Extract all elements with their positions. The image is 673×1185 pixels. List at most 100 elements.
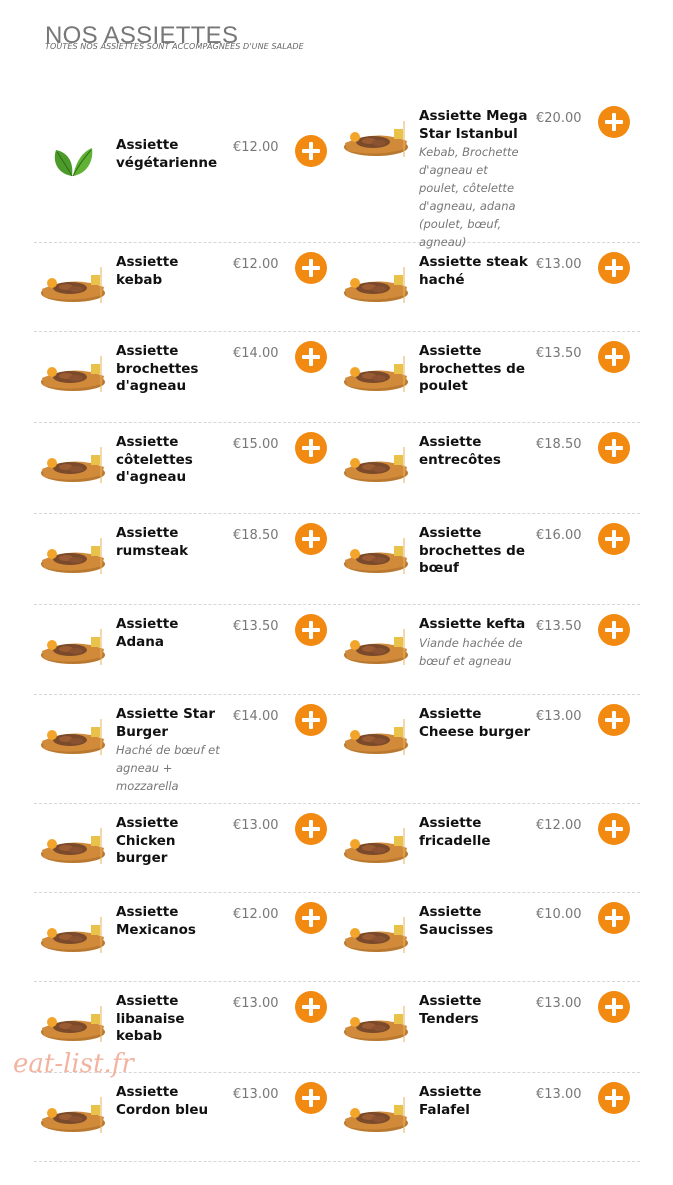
- item-title: Assiette côtelettes d'agneau: [116, 434, 193, 485]
- item-name: Assiette kefta Viande hachée de bœuf et a…: [419, 616, 531, 670]
- plate-photo: [40, 998, 106, 1042]
- add-to-cart-button[interactable]: [598, 704, 630, 736]
- item-price: €13.00: [536, 996, 582, 1011]
- menu-item: Assiette Saucisses €10.00: [337, 893, 640, 981]
- menu-item: Assiette kefta Viande hachée de bœuf et a…: [337, 605, 640, 694]
- add-to-cart-button[interactable]: [295, 991, 327, 1023]
- menu-item: Assiette Cheese burger €13.00: [337, 695, 640, 803]
- item-name: Assiette brochettes de bœuf: [419, 525, 531, 578]
- item-title: Assiette brochettes de poulet: [419, 343, 525, 394]
- menu-grid: Assiette végétarienne €12.00 Assiette Mega…: [34, 97, 640, 1162]
- menu-item: Assiette Star Burger Haché de bœuf et agn…: [34, 695, 337, 803]
- add-to-cart-button[interactable]: [598, 252, 630, 284]
- add-to-cart-button[interactable]: [295, 432, 327, 464]
- plate-photo: [343, 909, 409, 953]
- plate-photo: [343, 113, 409, 157]
- item-title: Assiette Saucisses: [419, 904, 494, 938]
- add-to-cart-button[interactable]: [598, 523, 630, 555]
- item-price: €13.50: [536, 619, 582, 634]
- item-name: Assiette Saucisses: [419, 904, 531, 939]
- item-title: Assiette Cordon bleu: [116, 1084, 209, 1118]
- item-name: Assiette Cheese burger: [419, 706, 531, 741]
- item-title: Assiette kefta: [419, 616, 526, 632]
- item-title: Assiette Star Burger: [116, 706, 216, 740]
- add-to-cart-button[interactable]: [598, 432, 630, 464]
- item-name: Assiette Chicken burger: [116, 815, 228, 868]
- item-price: €16.00: [536, 528, 582, 543]
- add-to-cart-button[interactable]: [295, 1082, 327, 1114]
- plate-photo: [40, 621, 106, 665]
- add-to-cart-button[interactable]: [295, 135, 327, 167]
- item-title: Assiette fricadelle: [419, 815, 491, 849]
- item-price: €15.00: [233, 437, 279, 452]
- item-price: €14.00: [233, 346, 279, 361]
- add-to-cart-button[interactable]: [598, 991, 630, 1023]
- plate-photo: [343, 348, 409, 392]
- menu-item: Assiette Mega Star Istanbul Kebab, Broche…: [337, 97, 640, 249]
- menu-item: Assiette Adana €13.50: [34, 605, 337, 694]
- menu-row: Assiette Mexicanos €12.00 Assiette Sauciss…: [34, 893, 640, 982]
- add-to-cart-button[interactable]: [295, 252, 327, 284]
- vegetarian-leaf-icon: [50, 140, 116, 184]
- menu-row: Assiette brochettes d'agneau €14.00 Assiet…: [34, 332, 640, 423]
- item-title: Assiette Cheese burger: [419, 706, 531, 740]
- item-title: Assiette Mega Star Istanbul: [419, 108, 528, 142]
- add-to-cart-button[interactable]: [598, 341, 630, 373]
- add-to-cart-button[interactable]: [598, 1082, 630, 1114]
- item-title: Assiette rumsteak: [116, 525, 189, 559]
- item-price: €13.00: [536, 257, 582, 272]
- item-title: Assiette brochettes d'agneau: [116, 343, 199, 394]
- item-title: Assiette libanaise kebab: [116, 993, 185, 1044]
- item-price: €13.00: [233, 996, 279, 1011]
- add-to-cart-button[interactable]: [295, 341, 327, 373]
- menu-row: Assiette Cordon bleu €13.00 Assiette Falaf…: [34, 1073, 640, 1162]
- item-title: Assiette Chicken burger: [116, 815, 179, 866]
- menu-item: Assiette rumsteak €18.50: [34, 514, 337, 604]
- plate-photo: [343, 820, 409, 864]
- item-price: €13.50: [536, 346, 582, 361]
- menu-row: Assiette Star Burger Haché de bœuf et agn…: [34, 695, 640, 804]
- item-name: Assiette brochettes de poulet: [419, 343, 531, 396]
- plate-photo: [40, 820, 106, 864]
- menu-item: Assiette Mexicanos €12.00: [34, 893, 337, 981]
- item-title: Assiette Tenders: [419, 993, 482, 1027]
- item-price: €10.00: [536, 907, 582, 922]
- menu-item: Assiette Cordon bleu €13.00: [34, 1073, 337, 1161]
- item-name: Assiette Adana: [116, 616, 228, 651]
- menu-item: Assiette kebab €12.00: [34, 243, 337, 331]
- item-price: €14.00: [233, 709, 279, 724]
- item-title: Assiette Falafel: [419, 1084, 482, 1118]
- add-to-cart-button[interactable]: [295, 902, 327, 934]
- add-to-cart-button[interactable]: [295, 523, 327, 555]
- item-price: €12.00: [536, 818, 582, 833]
- add-to-cart-button[interactable]: [598, 106, 630, 138]
- item-price: €13.00: [536, 709, 582, 724]
- plate-photo: [40, 711, 106, 755]
- add-to-cart-button[interactable]: [598, 614, 630, 646]
- item-price: €18.50: [536, 437, 582, 452]
- menu-item: Assiette steak haché €13.00: [337, 243, 640, 331]
- menu-row: Assiette Chicken burger €13.00 Assiette fr…: [34, 804, 640, 893]
- menu-row: Assiette kebab €12.00 Assiette steak haché…: [34, 243, 640, 332]
- add-to-cart-button[interactable]: [598, 813, 630, 845]
- add-to-cart-button[interactable]: [295, 813, 327, 845]
- menu-item: Assiette brochettes de poulet €13.50: [337, 332, 640, 422]
- plate-photo: [343, 530, 409, 574]
- item-description: Viande hachée de bœuf et agneau: [419, 635, 523, 668]
- menu-item: Assiette végétarienne €12.00: [34, 97, 337, 242]
- plate-photo: [40, 1089, 106, 1133]
- add-to-cart-button[interactable]: [295, 614, 327, 646]
- item-price: €12.00: [233, 907, 279, 922]
- item-name: Assiette entrecôtes: [419, 434, 531, 469]
- item-name: Assiette végétarienne: [116, 137, 228, 172]
- item-name: Assiette steak haché: [419, 254, 531, 289]
- item-name: Assiette libanaise kebab: [116, 993, 228, 1046]
- item-description: Kebab, Brochette d'agneau et poulet, côt…: [419, 145, 519, 249]
- add-to-cart-button[interactable]: [598, 902, 630, 934]
- watermark-logo: eat-list.fr: [13, 1049, 134, 1079]
- add-to-cart-button[interactable]: [295, 704, 327, 736]
- menu-item: Assiette fricadelle €12.00: [337, 804, 640, 892]
- item-price: €13.50: [233, 619, 279, 634]
- item-name: Assiette Falafel: [419, 1084, 531, 1119]
- item-name: Assiette fricadelle: [419, 815, 531, 850]
